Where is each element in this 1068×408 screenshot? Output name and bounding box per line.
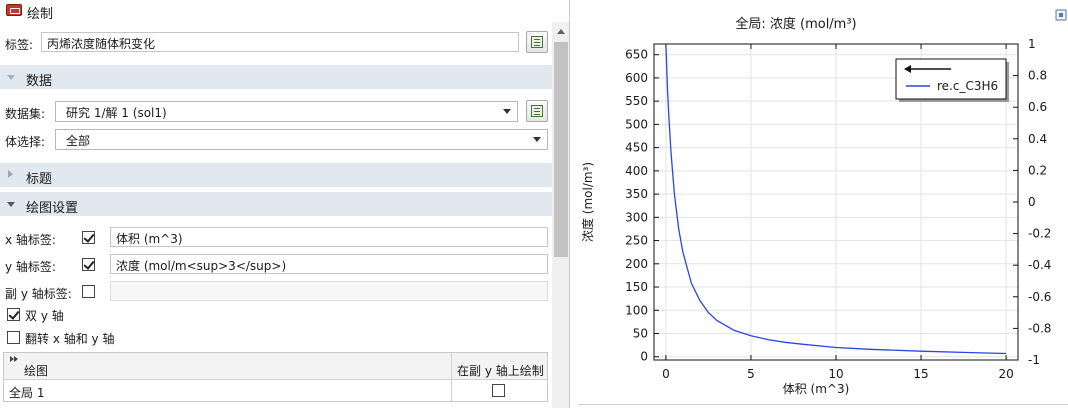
y2-tick-label: -0.6 — [1028, 290, 1051, 304]
x-tick-label: 10 — [828, 367, 843, 381]
graphics-window: 0 5 10 15 20 0 50 100 150 200 250 300 350 400 450 500 55… — [576, 0, 1068, 408]
flip-axes-caption: 翻转 x 轴和 y 轴 — [25, 332, 115, 346]
column-header-secondary-y[interactable]: 在副 y 轴上绘制 — [457, 362, 544, 379]
section-title-header[interactable]: 标题 — [0, 163, 552, 187]
y-tick-label: 50 — [633, 327, 648, 341]
y-tick-label: 500 — [625, 117, 648, 131]
chevron-down-icon — [503, 109, 511, 114]
y-tick-label: 400 — [625, 164, 648, 178]
x-tick-label: 0 — [662, 367, 670, 381]
y2-tick-label: 0 — [1028, 195, 1036, 209]
y2-tick-label: 0.6 — [1028, 100, 1047, 114]
section-data-label: 数据 — [26, 74, 53, 89]
x-tick-label: 20 — [998, 367, 1013, 381]
y-label-caption: y 轴标签: — [5, 260, 56, 274]
settings-panel: 绘制 标签: 丙烯浓度随体积变化 数据 数据集: 研究 1/解 1 (sol1)… — [0, 0, 570, 408]
y2-tick-label: 1 — [1028, 37, 1036, 51]
selection-select[interactable]: 全部 — [55, 129, 548, 150]
table-row[interactable]: 全局 1 — [9, 384, 44, 401]
section-title-label: 标题 — [26, 172, 53, 187]
y-tick-label: 350 — [625, 187, 648, 201]
graphics-toolbar-icon[interactable] — [1055, 9, 1067, 21]
y-tick-label: 650 — [625, 48, 648, 62]
collapse-icon — [7, 75, 15, 80]
notes-button[interactable] — [526, 31, 548, 53]
label-input[interactable]: 丙烯浓度随体积变化 — [41, 32, 519, 52]
x-label-input[interactable]: 体积 (m^3) — [110, 227, 548, 247]
y-tick-label: 600 — [625, 71, 648, 85]
collapse-icon — [7, 202, 15, 207]
dataset-caption: 数据集: — [5, 107, 46, 121]
goto-source-icon — [531, 105, 543, 117]
goto-source-button[interactable] — [526, 100, 548, 122]
x-label-caption: x 轴标签: — [5, 233, 56, 247]
y2-tick-label: -1 — [1028, 353, 1040, 367]
dataset-select-value: 研究 1/解 1 (sol1) — [66, 106, 167, 120]
y2-tick-label: -0.2 — [1028, 227, 1051, 241]
plot-icon — [6, 4, 22, 16]
selection-select-value: 全部 — [66, 134, 91, 148]
y2-tick-label: 0.2 — [1028, 163, 1047, 177]
sort-icon[interactable] — [14, 356, 18, 362]
flip-axes-checkbox[interactable] — [7, 331, 20, 344]
x-tick-label: 5 — [747, 367, 755, 381]
dataset-select[interactable]: 研究 1/解 1 (sol1) — [55, 101, 518, 122]
column-header-plot[interactable]: 绘图 — [24, 362, 48, 379]
chart-title: 全局: 浓度 (mol/m³) — [735, 16, 856, 32]
y2-label-caption: 副 y 轴标签: — [5, 287, 72, 301]
notes-icon — [531, 36, 543, 48]
y-tick-label: 300 — [625, 210, 648, 224]
legend[interactable]: re.c_C3H6 — [895, 58, 1009, 102]
panel-title-bar: 绘制 — [0, 0, 569, 22]
plot-table-header: 绘图 在副 y 轴上绘制 — [4, 353, 547, 380]
y-label-checkbox[interactable] — [82, 258, 95, 271]
y-tick-label: 0 — [640, 350, 648, 364]
y2-tick-label: 0.8 — [1028, 69, 1047, 83]
y-axis-label: 浓度 (mol/m³) — [580, 162, 595, 242]
x-label-checkbox[interactable] — [82, 231, 95, 244]
chevron-down-icon — [533, 137, 541, 142]
line-chart[interactable]: 0 5 10 15 2005010015020025030035040045050055… — [576, 0, 1068, 408]
scroll-thumb[interactable] — [554, 42, 568, 257]
y-tick-label: 150 — [625, 280, 648, 294]
section-plot-settings-header[interactable]: 绘图设置 — [0, 192, 552, 216]
legend-entry: re.c_C3H6 — [937, 79, 998, 93]
selection-caption: 体选择: — [5, 135, 46, 149]
expand-icon — [8, 170, 13, 178]
y-tick-label: 250 — [625, 234, 648, 248]
x-tick-label: 15 — [913, 367, 928, 381]
y2-tick-label: -0.8 — [1028, 321, 1051, 335]
y2-label-input[interactable] — [110, 281, 548, 301]
y-tick-label: 100 — [625, 303, 648, 317]
y2-tick-label: 0.4 — [1028, 132, 1047, 146]
vertical-scrollbar[interactable] — [552, 22, 569, 408]
dual-y-caption: 双 y 轴 — [25, 309, 64, 323]
y2-tick-label: -0.4 — [1028, 258, 1051, 272]
y-tick-label: 450 — [625, 141, 648, 155]
secondary-y-checkbox[interactable] — [492, 384, 505, 397]
dual-y-checkbox[interactable] — [7, 308, 20, 321]
y-tick-label: 550 — [625, 94, 648, 108]
plot-table: 绘图 在副 y 轴上绘制 全局 1 — [3, 352, 548, 402]
panel-divider — [578, 404, 1068, 405]
section-data-header[interactable]: 数据 — [0, 65, 552, 89]
panel-title: 绘制 — [27, 7, 54, 22]
column-divider — [451, 353, 452, 401]
section-plot-settings-label: 绘图设置 — [26, 201, 79, 216]
y-tick-label: 200 — [625, 257, 648, 271]
x-axis-label: 体积 (m^3) — [783, 382, 850, 396]
label-caption: 标签: — [5, 38, 34, 52]
y2-label-checkbox[interactable] — [82, 285, 95, 298]
y-label-input[interactable]: 浓度 (mol/m<sup>3</sup>) — [110, 254, 548, 274]
scroll-up-icon[interactable] — [557, 29, 565, 34]
